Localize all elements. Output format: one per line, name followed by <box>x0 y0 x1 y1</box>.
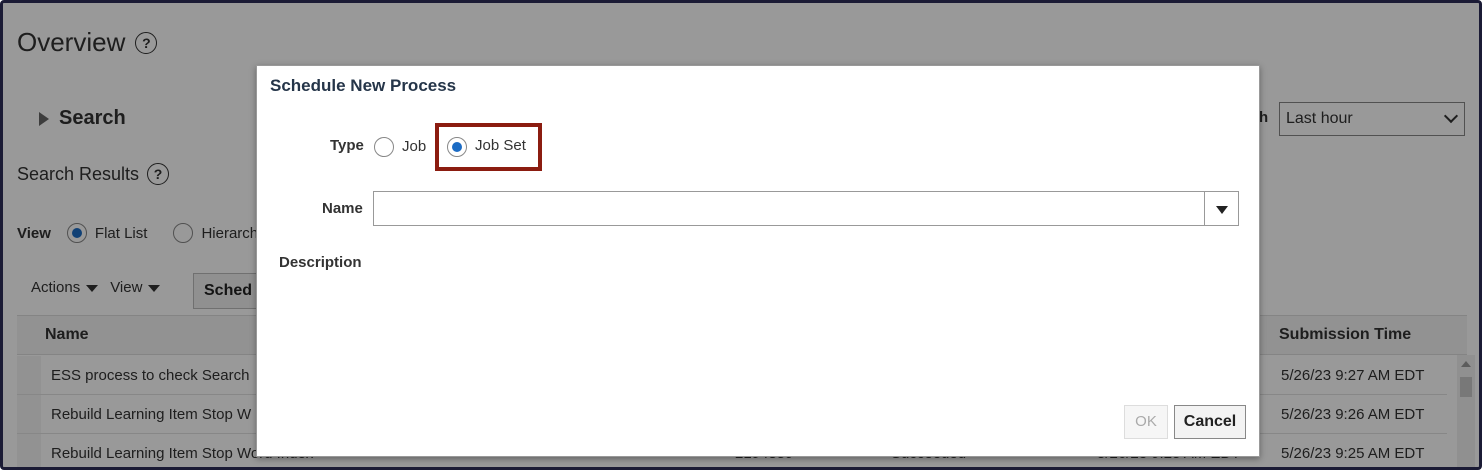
ok-button[interactable]: OK <box>1124 405 1168 439</box>
type-job-label[interactable]: Job <box>402 138 426 155</box>
description-label: Description <box>279 254 362 271</box>
name-input[interactable] <box>373 191 1205 226</box>
name-dropdown-button[interactable] <box>1204 191 1239 226</box>
name-label: Name <box>322 200 363 217</box>
window-frame: Overview ? Search Search Results ? View … <box>0 0 1482 470</box>
dialog-title: Schedule New Process <box>270 76 457 95</box>
type-job-set-label[interactable]: Job Set <box>475 137 526 154</box>
cancel-button[interactable]: Cancel <box>1174 405 1246 439</box>
type-job-radio[interactable] <box>374 137 394 157</box>
type-label: Type <box>330 137 364 154</box>
schedule-new-process-dialog: Schedule New Process Type Job Job Set Na… <box>256 65 1260 457</box>
type-job-set-radio[interactable] <box>447 137 467 157</box>
dropdown-arrow-icon <box>1216 206 1228 214</box>
